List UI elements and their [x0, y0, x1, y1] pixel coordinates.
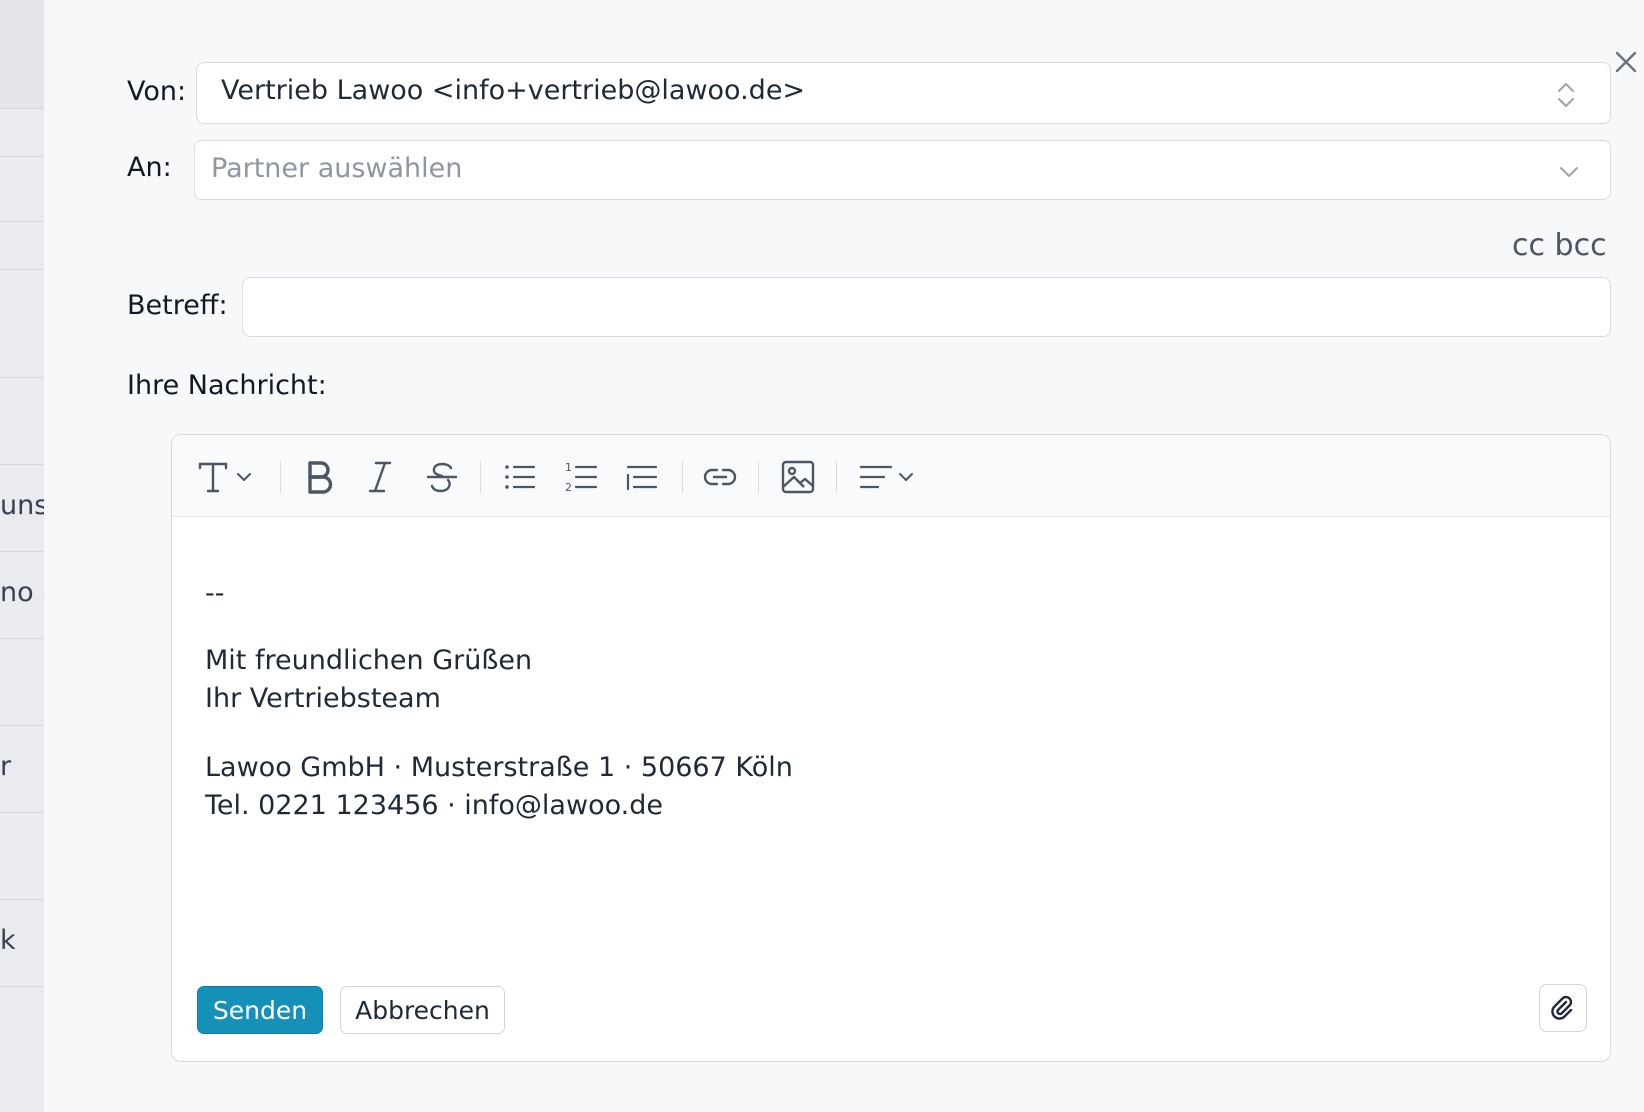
- cancel-button[interactable]: Abbrechen: [340, 986, 505, 1034]
- close-icon: [1615, 51, 1637, 73]
- signature-separator: --: [205, 578, 225, 609]
- subject-input[interactable]: [242, 277, 1611, 337]
- svg-text:1: 1: [565, 461, 572, 474]
- from-value: Vertrieb Lawoo <info+vertrieb@lawoo.de>: [221, 75, 806, 106]
- signature-greeting: Mit freundlichen Grüßen: [205, 645, 533, 676]
- italic-button[interactable]: [360, 457, 400, 497]
- numbered-list-icon: 1 2: [565, 461, 598, 494]
- image-icon: [781, 460, 815, 494]
- bold-icon: [308, 461, 333, 494]
- background-row: [0, 222, 44, 270]
- send-button[interactable]: Senden: [197, 986, 323, 1034]
- from-select[interactable]: Vertrieb Lawoo <info+vertrieb@lawoo.de>: [196, 62, 1611, 124]
- to-label: An:: [127, 152, 172, 183]
- subject-label: Betreff:: [127, 290, 228, 321]
- align-icon: [859, 465, 893, 489]
- cc-bcc-links: cc bcc: [1512, 228, 1607, 263]
- link-icon: [703, 468, 737, 486]
- paperclip-icon: [1551, 995, 1573, 1020]
- background-row: [0, 813, 44, 900]
- cc-link[interactable]: cc: [1512, 228, 1545, 263]
- bcc-link[interactable]: bcc: [1555, 228, 1607, 263]
- indent-button[interactable]: [622, 457, 662, 497]
- signature-team: Ihr Vertriebsteam: [205, 683, 441, 714]
- toolbar-separator: [682, 461, 683, 493]
- chevron-down-icon: [237, 473, 251, 481]
- close-button[interactable]: [1612, 48, 1640, 76]
- attach-button[interactable]: [1539, 984, 1587, 1032]
- signature-company: Lawoo GmbH · Musterstraße 1 · 50667 Köln: [205, 752, 793, 783]
- background-page: uns no a r k: [0, 0, 44, 1112]
- numbered-list-button[interactable]: 1 2: [562, 457, 602, 497]
- bold-button[interactable]: [300, 457, 340, 497]
- toolbar-separator: [280, 461, 281, 493]
- bullet-list-icon: [505, 465, 536, 489]
- compose-panel: Von: Vertrieb Lawoo <info+vertrieb@lawoo…: [44, 0, 1644, 1112]
- link-button[interactable]: [700, 457, 740, 497]
- background-row: k: [0, 900, 44, 987]
- background-row: [0, 0, 44, 109]
- toolbar-separator: [836, 461, 837, 493]
- italic-icon: [368, 461, 392, 493]
- background-row: [0, 109, 44, 157]
- strikethrough-icon: [426, 462, 458, 493]
- toolbar-separator: [758, 461, 759, 493]
- message-label: Ihre Nachricht:: [127, 370, 327, 401]
- bullet-list-button[interactable]: [500, 457, 540, 497]
- from-label: Von:: [127, 76, 187, 107]
- background-row: r: [0, 726, 44, 813]
- background-row: [0, 639, 44, 726]
- chevron-down-icon: [1560, 167, 1578, 177]
- message-editor: 1 2 -- Mit freundlichen Grüßen Ihr Vertr…: [171, 434, 1611, 1062]
- align-button[interactable]: [856, 457, 920, 497]
- to-select[interactable]: Partner auswählen: [194, 140, 1611, 200]
- to-placeholder: Partner auswählen: [211, 153, 463, 184]
- text-type-icon: [198, 462, 228, 493]
- updown-chevron-icon: [1558, 83, 1574, 107]
- chevron-down-icon: [899, 473, 913, 481]
- signature-contact: Tel. 0221 123456 · info@lawoo.de: [205, 790, 663, 821]
- background-row: [0, 378, 44, 465]
- toolbar-separator: [480, 461, 481, 493]
- indent-icon: [626, 465, 658, 491]
- strikethrough-button[interactable]: [422, 457, 462, 497]
- editor-toolbar: 1 2: [172, 435, 1610, 517]
- background-row: no a: [0, 552, 44, 639]
- background-row: [0, 270, 44, 378]
- image-button[interactable]: [778, 457, 818, 497]
- svg-text:2: 2: [565, 481, 572, 494]
- background-row: uns: [0, 465, 44, 552]
- background-row: [0, 157, 44, 222]
- text-style-button[interactable]: [194, 457, 258, 497]
